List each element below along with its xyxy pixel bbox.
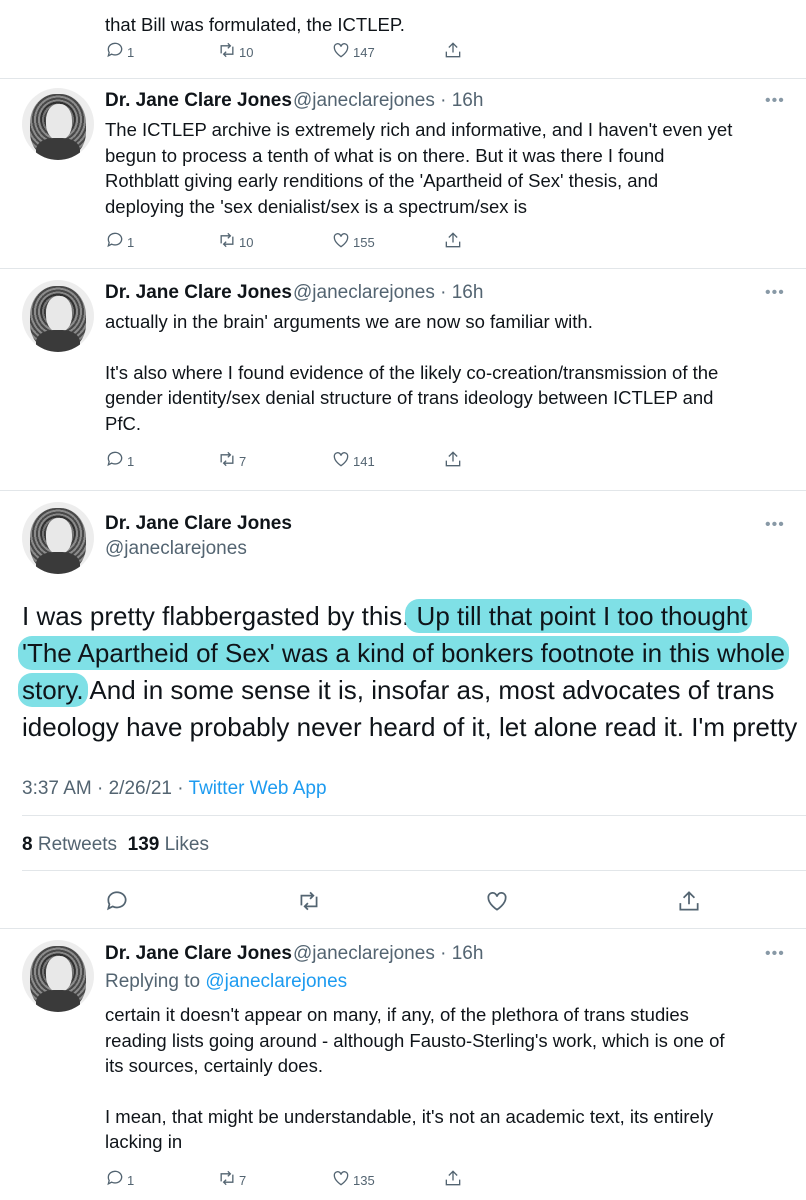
share-button[interactable]: [443, 230, 463, 250]
more-icon[interactable]: •••: [765, 284, 785, 302]
more-icon[interactable]: •••: [765, 92, 785, 110]
share-icon: [445, 42, 461, 58]
reply-button[interactable]: 1: [105, 40, 134, 60]
divider: [0, 490, 806, 491]
like-button[interactable]: 147: [331, 40, 375, 60]
share-button[interactable]: [443, 449, 463, 469]
author-handle-time[interactable]: @janeclarejones · 16h: [293, 90, 483, 112]
heart-icon: [333, 1171, 349, 1186]
tweet-text: certain it doesn't appear on many, if an…: [105, 1004, 725, 1152]
avatar[interactable]: [22, 280, 94, 352]
author-handle-time[interactable]: @janeclarejones · 16h: [293, 943, 483, 965]
divider: [0, 268, 806, 269]
share-button[interactable]: [443, 1168, 463, 1188]
retweet-icon: [220, 451, 234, 467]
author-name[interactable]: Dr. Jane Clare Jones: [105, 90, 292, 112]
author-name[interactable]: Dr. Jane Clare Jones: [105, 282, 292, 304]
tweet-actions: 1 10 155: [105, 230, 465, 252]
retweet-icon: [220, 1170, 234, 1186]
engagement-stats: 8 Retweets 139 Likes: [22, 834, 209, 855]
avatar[interactable]: [22, 502, 94, 574]
author-handle-time[interactable]: @janeclarejones · 16h: [293, 282, 483, 304]
tweet-text: that Bill was formulated, the ICTLEP.: [105, 14, 405, 35]
reply-icon: [107, 1170, 123, 1186]
author-name[interactable]: Dr. Jane Clare Jones: [105, 513, 292, 535]
main-tweet-actions: [0, 888, 806, 916]
heart-icon: [333, 43, 349, 58]
retweet-icon: [220, 42, 234, 58]
like-button[interactable]: 141: [331, 449, 375, 469]
reply-icon: [107, 232, 123, 248]
author-name[interactable]: Dr. Jane Clare Jones: [105, 943, 292, 965]
retweet-icon: [300, 891, 318, 911]
reply-button[interactable]: 1: [105, 230, 134, 250]
highlight: Up till that point I too thought: [405, 599, 752, 633]
divider: [0, 928, 806, 929]
author-handle[interactable]: @janeclarejones: [105, 538, 247, 560]
share-button[interactable]: [443, 40, 463, 60]
tweet-text: actually in the brain' arguments we are …: [105, 311, 719, 434]
retweet-button[interactable]: 7: [217, 1168, 246, 1188]
retweet-button[interactable]: [296, 888, 322, 919]
reply-icon: [107, 42, 123, 58]
heart-icon: [487, 892, 507, 911]
like-button[interactable]: 135: [331, 1168, 375, 1188]
share-icon: [445, 451, 461, 467]
replying-to: Replying to @janeclarejones: [105, 971, 348, 992]
share-icon: [445, 1170, 461, 1186]
more-icon[interactable]: •••: [765, 516, 785, 534]
reply-button[interactable]: 1: [105, 1168, 134, 1188]
avatar[interactable]: [22, 88, 94, 160]
reply-icon: [107, 451, 123, 467]
divider: [22, 870, 806, 871]
retweet-icon: [220, 232, 234, 248]
reply-icon: [107, 891, 127, 911]
replying-to-handle[interactable]: @janeclarejones: [205, 971, 347, 992]
tweet-text: The ICTLEP archive is extremely rich and…: [105, 119, 733, 217]
share-icon: [445, 232, 461, 248]
share-icon: [679, 891, 699, 911]
tweet-timestamp: 3:37 AM · 2/26/21 · Twitter Web App: [22, 778, 327, 799]
more-icon[interactable]: •••: [765, 945, 785, 963]
highlight: 'The Apartheid of Sex' was a kind of bon…: [18, 636, 789, 670]
highlight: story.: [18, 673, 88, 707]
heart-icon: [333, 233, 349, 248]
retweet-button[interactable]: 10: [217, 230, 253, 250]
retweet-button[interactable]: 10: [217, 40, 253, 60]
divider: [22, 815, 806, 816]
tweet-actions: 1 7 141: [105, 449, 465, 471]
reply-button[interactable]: [104, 888, 130, 919]
source-app-link[interactable]: Twitter Web App: [189, 778, 327, 799]
tweet-text: I was pretty flabbergasted by this. Up t…: [18, 598, 802, 746]
heart-icon: [333, 452, 349, 467]
retweet-button[interactable]: 7: [217, 449, 246, 469]
like-button[interactable]: 155: [331, 230, 375, 250]
avatar[interactable]: [22, 940, 94, 1012]
tweet-actions: 1 7 135: [105, 1168, 465, 1190]
divider: [0, 78, 806, 79]
tweet-actions: 1 10 147: [105, 40, 465, 62]
share-button[interactable]: [676, 888, 702, 919]
like-button[interactable]: [484, 888, 510, 919]
reply-button[interactable]: 1: [105, 449, 134, 469]
